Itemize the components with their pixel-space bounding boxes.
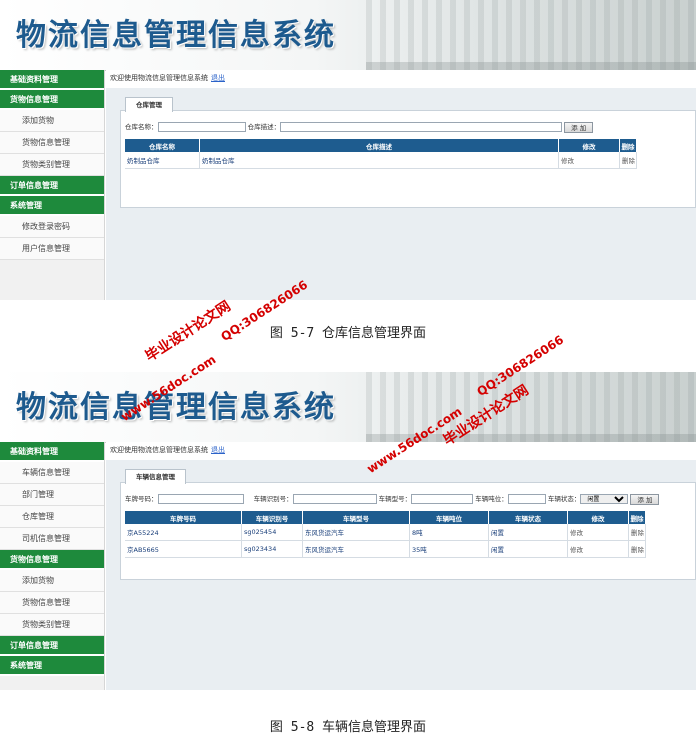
col-edit: 修改 (567, 511, 629, 524)
screenshot-vehicle: 物流信息管理信息系统 基础资料管理 车辆信息管理 部门管理 仓库管理 司机信息管… (0, 372, 696, 692)
cell-status: 闲置 (488, 540, 568, 558)
app-title: 物流信息管理信息系统 (16, 18, 336, 53)
warehouse-desc-input[interactable] (280, 122, 563, 132)
tonnage-input[interactable] (507, 494, 546, 504)
cell-status: 闲置 (488, 524, 568, 541)
app-banner: 物流信息管理信息系统 (0, 0, 696, 71)
cell-vehicle-id: sg025454 (241, 524, 303, 541)
table-row: 京A55224 sg025454 东风货运汽车 8吨 闲置 修改 删除 (125, 524, 646, 541)
sidebar-header-basic-data[interactable]: 基础资料管理 (0, 442, 104, 462)
cell-model: 东风货运汽车 (302, 540, 410, 558)
banner-skyline-image (366, 0, 696, 70)
main-content: 欢迎使用物流信息管理信息系统 退出 车辆信息管理 车牌号码： 车辆识别号： 车辆型… (106, 442, 696, 690)
vehicle-table: 车牌号码 车辆识别号 车辆型号 车辆吨位 车辆状态 修改 删除 京A55224 … (125, 511, 646, 558)
sidebar-item-goods-category[interactable]: 货物类别管理 (0, 614, 104, 636)
warehouse-name-label: 仓库名称： (125, 123, 158, 131)
sidebar-item-change-password[interactable]: 修改登录密码 (0, 216, 104, 238)
tab-vehicle-info[interactable]: 车辆信息管理 (125, 469, 186, 484)
delete-link[interactable]: 删除 (619, 152, 637, 169)
col-edit: 修改 (558, 139, 620, 152)
cell-tonnage: 8吨 (409, 524, 489, 541)
sidebar-item-user-info[interactable]: 用户信息管理 (0, 238, 104, 260)
col-plate: 车牌号码 (125, 511, 242, 524)
sidebar-header-orders[interactable]: 订单信息管理 (0, 636, 104, 656)
tonnage-label: 车辆吨位： (475, 495, 508, 503)
warehouse-panel: 仓库管理 仓库名称： 仓库描述： 添 加 仓库名称 仓库描述 修改 删除 奶制品… (120, 97, 696, 208)
cell-warehouse-name: 奶制品仓库 (125, 152, 200, 169)
delete-link[interactable]: 删除 (628, 540, 646, 558)
filter-bar: 车牌号码： 车辆识别号： 车辆型号： 车辆吨位： 车辆状态： 闲置 添 加 (125, 493, 691, 505)
welcome-bar: 欢迎使用物流信息管理信息系统 退出 (106, 70, 696, 86)
cell-plate: 京A55224 (125, 524, 242, 541)
sidebar-item-goods-info[interactable]: 货物信息管理 (0, 592, 104, 614)
logout-link[interactable]: 退出 (211, 74, 225, 82)
sidebar: 基础资料管理 货物信息管理 添加货物 货物信息管理 货物类别管理 订单信息管理 … (0, 70, 105, 300)
sidebar-item-goods-category[interactable]: 货物类别管理 (0, 154, 104, 176)
warehouse-table: 仓库名称 仓库描述 修改 删除 奶制品仓库 奶制品仓库 修改 删除 (125, 139, 637, 169)
cell-tonnage: 35吨 (409, 540, 489, 558)
filter-bar: 仓库名称： 仓库描述： 添 加 (125, 121, 691, 133)
table-row: 京AB5665 sg023434 东风货运汽车 35吨 闲置 修改 删除 (125, 540, 646, 558)
app-banner: 物流信息管理信息系统 (0, 372, 696, 443)
col-warehouse-desc: 仓库描述 (199, 139, 559, 152)
sidebar-header-goods[interactable]: 货物信息管理 (0, 550, 104, 570)
edit-link[interactable]: 修改 (567, 524, 629, 541)
vehicle-id-label: 车辆识别号： (253, 495, 293, 503)
sidebar-item-driver-info[interactable]: 司机信息管理 (0, 528, 104, 550)
sidebar-header-goods[interactable]: 货物信息管理 (0, 90, 104, 110)
sidebar-item-department[interactable]: 部门管理 (0, 484, 104, 506)
col-status: 车辆状态 (488, 511, 568, 524)
col-tonnage: 车辆吨位 (409, 511, 489, 524)
col-warehouse-name: 仓库名称 (125, 139, 200, 152)
vehicle-panel: 车辆信息管理 车牌号码： 车辆识别号： 车辆型号： 车辆吨位： 车辆状态： 闲置 … (120, 469, 696, 580)
edit-link[interactable]: 修改 (558, 152, 620, 169)
table-header-row: 仓库名称 仓库描述 修改 删除 (125, 139, 637, 152)
status-label: 车辆状态： (547, 495, 581, 503)
table-header-row: 车牌号码 车辆识别号 车辆型号 车辆吨位 车辆状态 修改 删除 (125, 511, 646, 524)
warehouse-desc-label: 仓库描述： (247, 123, 281, 131)
welcome-text: 欢迎使用物流信息管理信息系统 (110, 74, 208, 82)
status-select[interactable]: 闲置 (580, 494, 629, 504)
model-label: 车辆型号： (378, 495, 412, 503)
plate-label: 车牌号码： (125, 495, 158, 503)
table-row: 奶制品仓库 奶制品仓库 修改 删除 (125, 152, 637, 169)
plate-input[interactable] (157, 494, 244, 504)
cell-plate: 京AB5665 (125, 540, 242, 558)
sidebar-item-add-goods[interactable]: 添加货物 (0, 110, 104, 132)
screenshot-warehouse: 物流信息管理信息系统 基础资料管理 货物信息管理 添加货物 货物信息管理 货物类… (0, 0, 696, 300)
col-delete: 删除 (628, 511, 646, 524)
figure-caption-5-7: 图 5-7 仓库信息管理界面 (269, 326, 427, 341)
model-input[interactable] (411, 494, 474, 504)
col-delete: 删除 (619, 139, 637, 152)
warehouse-name-input[interactable] (157, 122, 246, 132)
cell-model: 东风货运汽车 (302, 524, 410, 541)
sidebar-item-warehouse[interactable]: 仓库管理 (0, 506, 104, 528)
sidebar-header-orders[interactable]: 订单信息管理 (0, 176, 104, 196)
delete-link[interactable]: 删除 (628, 524, 646, 541)
sidebar-header-system[interactable]: 系统管理 (0, 196, 104, 216)
content-area: 仓库管理 仓库名称： 仓库描述： 添 加 仓库名称 仓库描述 修改 删除 奶制品… (106, 88, 696, 300)
logout-link[interactable]: 退出 (211, 446, 225, 454)
sidebar-header-basic-data[interactable]: 基础资料管理 (0, 70, 104, 90)
col-model: 车辆型号 (302, 511, 410, 524)
content-area: 车辆信息管理 车牌号码： 车辆识别号： 车辆型号： 车辆吨位： 车辆状态： 闲置 … (106, 460, 696, 690)
tab-warehouse[interactable]: 仓库管理 (125, 97, 173, 112)
figure-caption-5-8: 图 5-8 车辆信息管理界面 (269, 720, 427, 735)
sidebar-item-goods-info[interactable]: 货物信息管理 (0, 132, 104, 154)
edit-link[interactable]: 修改 (567, 540, 629, 558)
welcome-text: 欢迎使用物流信息管理信息系统 (110, 446, 208, 454)
cell-vehicle-id: sg023434 (241, 540, 303, 558)
sidebar-item-add-goods[interactable]: 添加货物 (0, 570, 104, 592)
sidebar-item-vehicle-info[interactable]: 车辆信息管理 (0, 462, 104, 484)
sidebar: 基础资料管理 车辆信息管理 部门管理 仓库管理 司机信息管理 货物信息管理 添加… (0, 442, 105, 690)
col-vehicle-id: 车辆识别号 (241, 511, 303, 524)
add-button[interactable]: 添 加 (630, 494, 660, 505)
cell-warehouse-desc: 奶制品仓库 (199, 152, 559, 169)
main-content: 欢迎使用物流信息管理信息系统 退出 仓库管理 仓库名称： 仓库描述： 添 加 仓库… (106, 70, 696, 300)
sidebar-header-system[interactable]: 系统管理 (0, 656, 104, 676)
add-button[interactable]: 添 加 (564, 122, 594, 133)
vehicle-id-input[interactable] (292, 494, 377, 504)
